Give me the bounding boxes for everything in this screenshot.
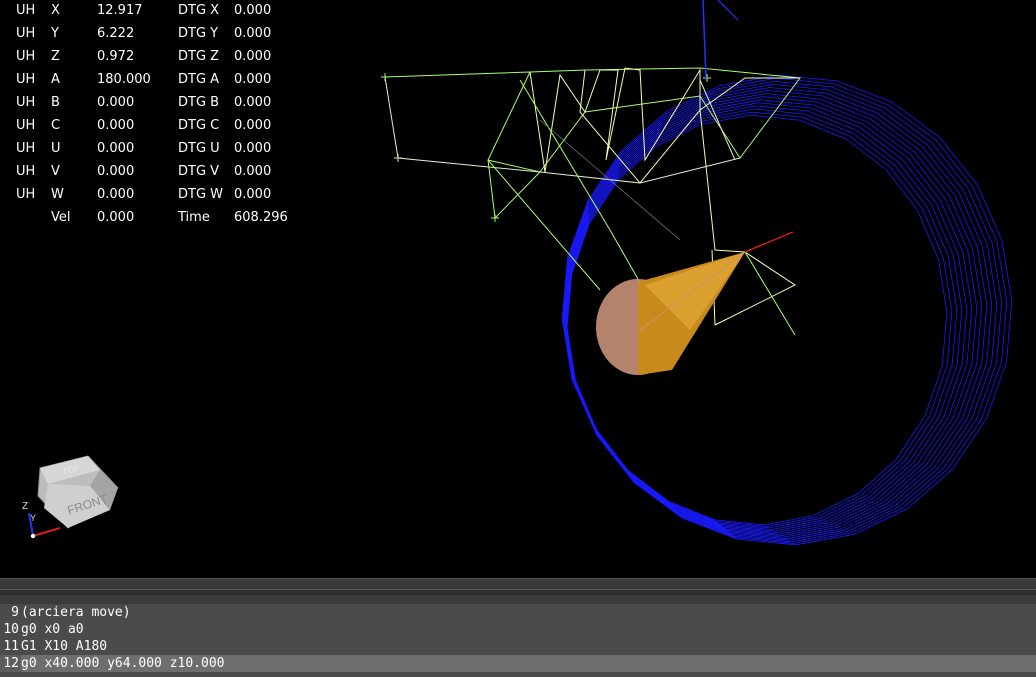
axis-prefix: UH (16, 164, 36, 179)
axis-prefix: UH (16, 141, 36, 156)
axis-value: 0.000 (97, 187, 135, 202)
dtg-label: DTG B (178, 95, 220, 110)
dtg-label: DTG A (178, 72, 220, 87)
dtg-label: DTG W (178, 187, 224, 202)
gcode-line[interactable]: 11 G1 X10 A180 (0, 638, 1036, 655)
line-text: g0 x40.000 y64.000 z10.000 (21, 655, 1036, 672)
axis-value: 0.000 (97, 95, 135, 110)
dro-row-v: UH V 0.000 DTG V 0.000 (0, 164, 300, 182)
axis-name: Y (51, 26, 59, 41)
dtg-value: 0.000 (234, 141, 272, 156)
axis-prefix: UH (16, 3, 36, 18)
gcode-line[interactable]: 10 g0 x0 a0 (0, 621, 1036, 638)
dro-row-x: UH X 12.917 DTG X 0.000 (0, 3, 300, 21)
tool-cone (596, 251, 746, 375)
axis-value: 0.000 (97, 164, 135, 179)
gcode-listing[interactable]: 9 (arciera move) 10 g0 x0 a0 11 G1 X10 A180 12… (0, 604, 1036, 677)
dro-row-z: UH Z 0.972 DTG Z 0.000 (0, 49, 300, 67)
rapid-moves-wireframe (384, 67, 801, 336)
axis-value: 180.000 (97, 72, 151, 87)
dtg-label: DTG Z (178, 49, 220, 64)
pane-splitter[interactable] (0, 578, 1036, 604)
velocity-value: 0.000 (97, 210, 135, 225)
line-text: G1 X10 A180 (21, 639, 108, 654)
dtg-value: 0.000 (234, 164, 272, 179)
axis-prefix: UH (16, 72, 36, 87)
axis-name: U (51, 141, 61, 156)
axis-prefix: UH (16, 26, 36, 41)
axis-value: 0.000 (97, 118, 135, 133)
dro-row-velocity: Vel 0.000 Time 608.296 (0, 210, 300, 228)
axis-name: X (51, 3, 60, 18)
dro-row-w: UH W 0.000 DTG W 0.000 (0, 187, 300, 205)
3d-preview-viewport[interactable]: UH X 12.917 DTG X 0.000 UH Y 6.222 DTG Y 0.000 UH Z… (0, 0, 1036, 578)
crosshair-markers (381, 73, 711, 222)
axis-name: V (51, 164, 60, 179)
axis-name: B (51, 95, 60, 110)
dtg-value: 0.000 (234, 3, 272, 18)
time-value: 608.296 (234, 210, 288, 225)
x-axis-line (744, 231, 794, 253)
axis-prefix: UH (16, 95, 36, 110)
dtg-value: 0.000 (234, 26, 272, 41)
view-cube[interactable]: TOP FRONT Z Y (18, 448, 138, 548)
gcode-line[interactable]: 9 (arciera move) (0, 604, 1036, 621)
dtg-value: 0.000 (234, 72, 272, 87)
dtg-label: DTG V (178, 164, 220, 179)
dro-row-y: UH Y 6.222 DTG Y 0.000 (0, 26, 300, 44)
line-text: (arciera move) (21, 605, 131, 620)
axis-value: 12.917 (97, 3, 143, 18)
axis-name: Z (51, 49, 60, 64)
dro-row-u: UH U 0.000 DTG U 0.000 (0, 141, 300, 159)
dro-row-a: UH A 180.000 DTG A 0.000 (0, 72, 300, 90)
axis-x-arrow (32, 527, 61, 537)
axis-prefix: UH (16, 118, 36, 133)
dtg-label: DTG X (178, 3, 220, 18)
dtg-value: 0.000 (234, 118, 272, 133)
line-number: 11 (3, 639, 19, 654)
axis-prefix: UH (16, 49, 36, 64)
gcode-line-active[interactable]: 12 g0 x40.000 y64.000 z10.000 (0, 655, 1036, 672)
axis-prefix: UH (16, 187, 36, 202)
axis-value: 0.972 (97, 49, 135, 64)
dro-row-c: UH C 0.000 DTG C 0.000 (0, 118, 300, 136)
axis-name: C (51, 118, 61, 133)
axis-name: W (51, 187, 64, 202)
line-number: 9 (11, 605, 19, 620)
velocity-label: Vel (51, 210, 71, 225)
time-label: Time (178, 210, 210, 225)
line-text: g0 x0 a0 (21, 622, 84, 637)
dtg-value: 0.000 (234, 95, 272, 110)
line-number: 12 (3, 656, 19, 671)
axis-name: A (51, 72, 60, 87)
dtg-label: DTG Y (178, 26, 219, 41)
line-number: 10 (3, 622, 19, 637)
axis-z-label: Z (22, 501, 28, 512)
dtg-label: DTG C (178, 118, 220, 133)
dtg-value: 0.000 (234, 187, 272, 202)
dro-row-b: UH B 0.000 DTG B 0.000 (0, 95, 300, 113)
dtg-value: 0.000 (234, 49, 272, 64)
axis-value: 6.222 (97, 26, 135, 41)
dtg-label: DTG U (178, 141, 220, 156)
axis-value: 0.000 (97, 141, 135, 156)
spindle-axis-line-2 (717, 0, 739, 21)
